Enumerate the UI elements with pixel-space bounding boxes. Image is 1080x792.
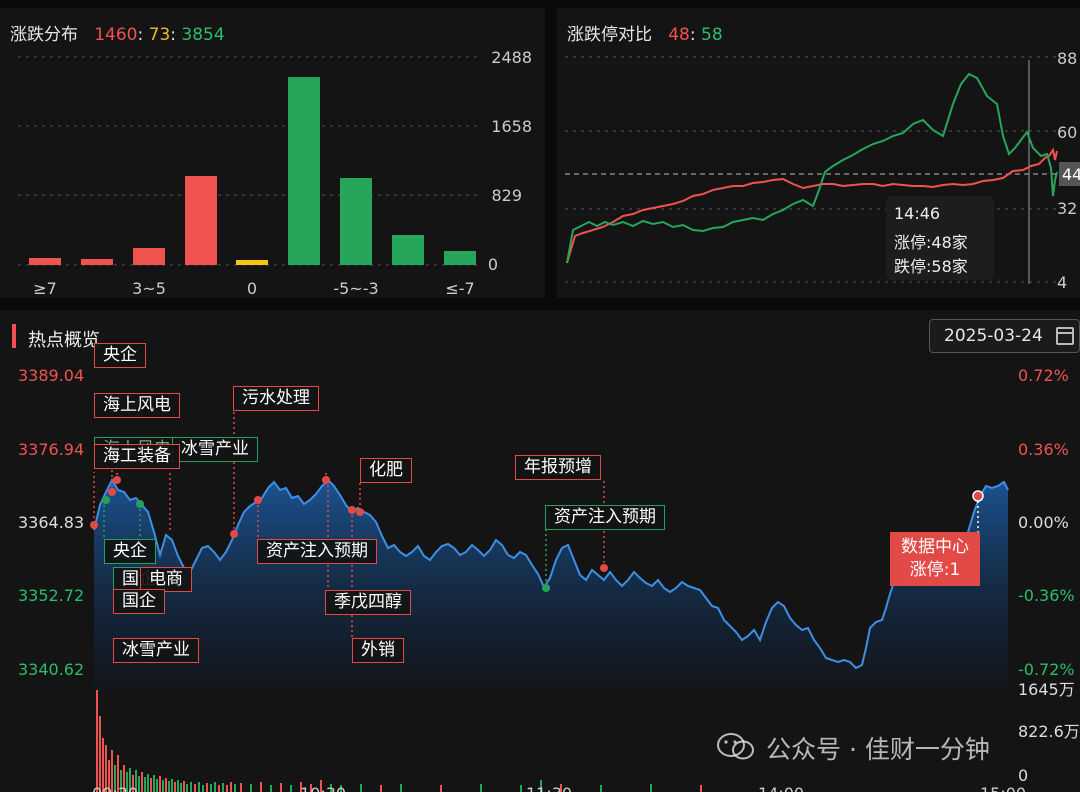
- tag-haishang-fengdian[interactable]: 海上风电: [94, 393, 180, 418]
- tag-zichan-zhuru-green[interactable]: 资产注入预期: [545, 505, 665, 530]
- tag-huafei[interactable]: 化肥: [360, 458, 412, 483]
- price-tick: 3340.62: [18, 660, 84, 679]
- pct-tick: 0.72%: [1018, 366, 1069, 385]
- pct-tick: -0.36%: [1018, 586, 1075, 605]
- left-axis: 3389.04 3376.94 3364.83 3352.72 3340.62: [18, 366, 84, 679]
- time-tick: 10:30: [300, 784, 346, 792]
- tag-shuju-sub: 涨停:1: [909, 560, 961, 580]
- pct-tick: 0.00%: [1018, 513, 1069, 532]
- watermark-text: 公众号 · 佳财一分钟: [766, 735, 990, 764]
- tag-waixiao[interactable]: 外销: [352, 638, 404, 663]
- right-axis: 0.72% 0.36% 0.00% -0.36% -0.72% 1645万 82…: [1018, 366, 1080, 785]
- pct-tick: 0.36%: [1018, 440, 1069, 459]
- tag-guoqi-red[interactable]: 国企: [113, 589, 165, 614]
- price-tick: 3389.04: [18, 366, 84, 385]
- tag-bingxue-chanye-red[interactable]: 冰雪产业: [113, 638, 199, 663]
- price-tick: 3352.72: [18, 586, 84, 605]
- time-tick: 11:30: [526, 784, 572, 792]
- tag-zichan-zhuru-red[interactable]: 资产注入预期: [257, 539, 377, 564]
- tag-shuju-title: 数据中心: [901, 537, 969, 557]
- pct-tick: -0.72%: [1018, 660, 1075, 679]
- wechat-icon: [717, 733, 754, 760]
- price-tick: 3376.94: [18, 440, 84, 459]
- volume-tick: 0: [1018, 766, 1028, 785]
- time-tick: 15:00: [980, 784, 1026, 792]
- tag-haigong-zhuangbei[interactable]: 海工装备: [94, 444, 180, 469]
- time-tick: 14:00: [758, 784, 804, 792]
- tag-yangqi[interactable]: 央企: [94, 343, 146, 368]
- tag-nianbao-yuzeng[interactable]: 年报预增: [515, 455, 601, 480]
- time-tick: 09:30: [92, 784, 138, 792]
- volume-tick: 822.6万: [1018, 722, 1080, 741]
- volume-bars: [96, 690, 702, 792]
- volume-tick: 1645万: [1018, 680, 1075, 699]
- time-axis: 09:30 10:30 11:30 14:00 15:00: [92, 784, 1026, 792]
- tag-wushui-chuli[interactable]: 污水处理: [233, 386, 319, 411]
- tag-bingxue-chanye[interactable]: 冰雪产业: [172, 437, 258, 462]
- tag-shuju-zhongxin[interactable]: 数据中心 涨停:1: [890, 532, 980, 586]
- tag-yangqi-green[interactable]: 央企: [104, 539, 156, 564]
- tag-jiwu-siqun[interactable]: 季戊四醇: [325, 590, 411, 615]
- price-tick: 3364.83: [18, 513, 84, 532]
